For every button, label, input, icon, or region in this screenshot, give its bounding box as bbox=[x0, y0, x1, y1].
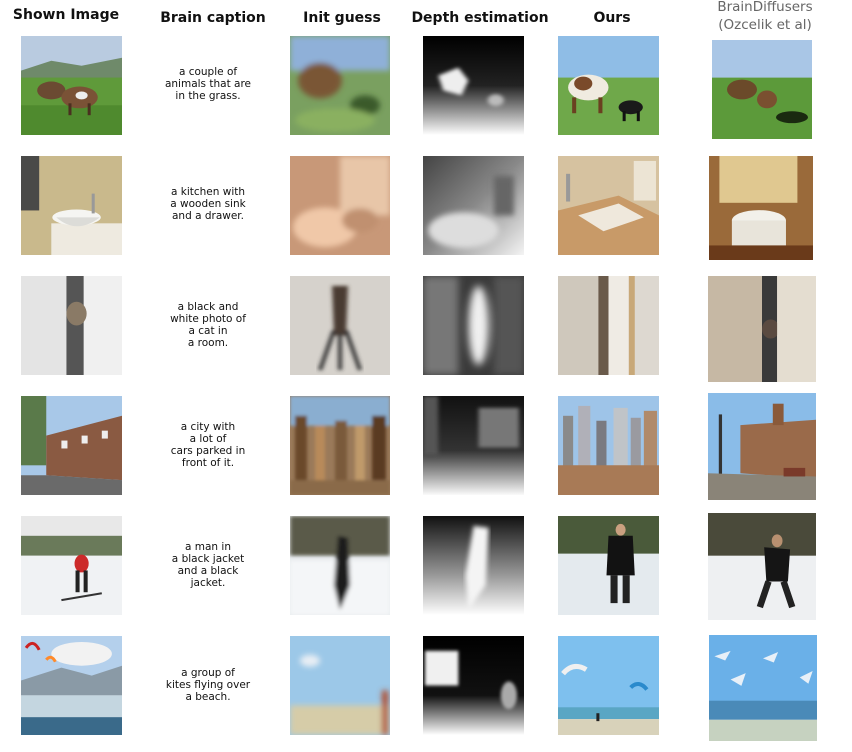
header-init-guess: Init guess bbox=[303, 10, 381, 26]
caption-line: in the grass. bbox=[175, 90, 241, 102]
shown-image-skier bbox=[21, 516, 122, 615]
caption-row-3: a black and white photo of a cat in a ro… bbox=[148, 301, 268, 349]
shown-image-city bbox=[21, 396, 122, 495]
depth-estimation-city bbox=[423, 396, 524, 495]
caption-line: a man in bbox=[185, 541, 231, 553]
depth-estimation-cat bbox=[423, 276, 524, 375]
caption-line: a city with bbox=[180, 421, 236, 433]
ours-city bbox=[558, 396, 659, 495]
header-brain-caption: Brain caption bbox=[160, 10, 266, 26]
header-depth-estimation: Depth estimation bbox=[411, 10, 549, 26]
caption-row-6: a group of kites flying over a beach. bbox=[148, 667, 268, 703]
caption-line: a wooden sink bbox=[170, 198, 246, 210]
caption-line: a cat in bbox=[188, 325, 228, 337]
header-shown-image: Shown Image bbox=[12, 7, 120, 23]
caption-row-2: a kitchen with a wooden sink and a drawe… bbox=[148, 186, 268, 222]
shown-image-cat bbox=[21, 276, 122, 375]
shown-image-sink bbox=[21, 156, 122, 255]
depth-estimation-skier bbox=[423, 516, 524, 615]
caption-line: a kitchen with bbox=[170, 186, 246, 198]
caption-row-4: a city with a lot of cars parked in fron… bbox=[148, 421, 268, 469]
caption-line: a lot of bbox=[189, 433, 227, 445]
init-guess-cat bbox=[290, 276, 390, 375]
ours-kites bbox=[558, 636, 659, 735]
depth-estimation-sink bbox=[423, 156, 524, 255]
caption-row-1: a couple of animals that are in the gras… bbox=[148, 66, 268, 102]
header-ours: Ours bbox=[593, 10, 631, 26]
caption-line: front of it. bbox=[181, 457, 235, 469]
header-braindiffusers: BrainDiffusers (Ozcelik et al) bbox=[705, 0, 825, 34]
caption-line: a beach. bbox=[185, 691, 231, 703]
ours-skier bbox=[558, 516, 659, 615]
braindiffusers-city bbox=[708, 393, 816, 500]
caption-line: and a black bbox=[177, 565, 239, 577]
init-guess-skier bbox=[290, 516, 390, 615]
braindiffusers-cows bbox=[712, 40, 812, 139]
depth-estimation-cows bbox=[423, 36, 524, 135]
braindiffusers-skier bbox=[708, 513, 816, 620]
braindiffusers-kites bbox=[709, 635, 817, 741]
caption-line: jacket. bbox=[190, 577, 226, 589]
ours-cat bbox=[558, 276, 659, 375]
ours-sink bbox=[558, 156, 659, 255]
init-guess-city bbox=[290, 396, 390, 495]
caption-row-5: a man in a black jacket and a black jack… bbox=[148, 541, 268, 589]
init-guess-kites bbox=[290, 636, 390, 735]
caption-line: white photo of bbox=[170, 313, 246, 325]
shown-image-kites bbox=[21, 636, 122, 735]
caption-line: cars parked in bbox=[170, 445, 246, 457]
caption-line: and a drawer. bbox=[171, 210, 245, 222]
ours-cows bbox=[558, 36, 659, 135]
braindiffusers-cat bbox=[708, 276, 816, 382]
shown-image-cows bbox=[21, 36, 122, 135]
caption-line: animals that are bbox=[164, 78, 252, 90]
header-braindiffusers-line2: (Ozcelik et al) bbox=[718, 17, 812, 33]
caption-line: kites flying over bbox=[165, 679, 251, 691]
caption-line: a black jacket bbox=[171, 553, 245, 565]
caption-line: a black and bbox=[177, 301, 239, 313]
depth-estimation-kites bbox=[423, 636, 524, 735]
header-braindiffusers-line1: BrainDiffusers bbox=[717, 0, 813, 15]
caption-line: a couple of bbox=[178, 66, 238, 78]
init-guess-sink bbox=[290, 156, 390, 255]
init-guess-cows bbox=[290, 36, 390, 135]
caption-line: a group of bbox=[181, 667, 235, 679]
braindiffusers-sink bbox=[709, 156, 813, 260]
caption-line: a room. bbox=[187, 337, 229, 349]
